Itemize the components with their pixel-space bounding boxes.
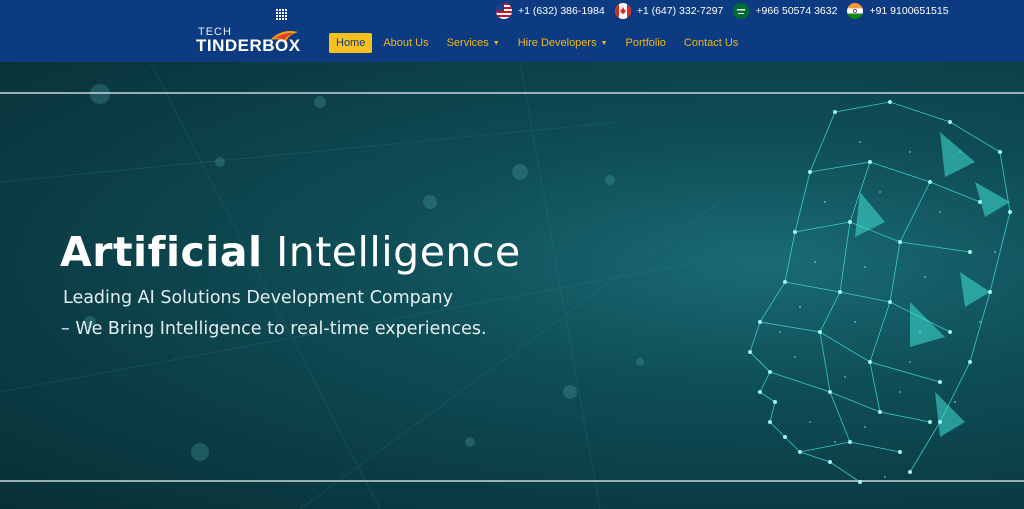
- site-header: TECH TINDERBOX +1 (632) 386-1984 +1 (647…: [0, 0, 1024, 62]
- nav-hire-developers[interactable]: Hire Developers ▼: [511, 33, 615, 53]
- nav-portfolio-label: Portfolio: [625, 37, 666, 49]
- main-nav: Home About Us Services ▼ Hire Developers ▼…: [329, 33, 749, 53]
- nav-about[interactable]: About Us: [376, 33, 435, 53]
- contact-us[interactable]: +1 (632) 386-1984: [496, 3, 605, 19]
- nav-portfolio[interactable]: Portfolio: [619, 33, 673, 53]
- hero-title-light: Intelligence: [276, 228, 521, 276]
- nav-hire-label: Hire Developers: [517, 37, 597, 49]
- nav-services-label: Services: [446, 37, 489, 49]
- contact-saudi[interactable]: +966 50574 3632: [733, 3, 837, 19]
- logo-text-main: TINDERBOX: [196, 36, 301, 55]
- contact-bar: +1 (632) 386-1984 +1 (647) 332-7297 +966…: [496, 2, 959, 20]
- nav-contact[interactable]: Contact Us: [677, 33, 745, 53]
- chevron-down-icon: ▼: [600, 39, 608, 47]
- ai-face-illustration: [748, 100, 1012, 484]
- hero-title: Artificial Intelligence: [60, 228, 521, 276]
- hero-subtitle-line1: Leading AI Solutions Development Company: [63, 288, 453, 308]
- phone-number: +91 9100651515: [869, 5, 949, 17]
- saudi-flag-icon: [733, 3, 750, 19]
- us-flag-icon: [496, 3, 512, 19]
- contact-india[interactable]: +91 9100651515: [847, 3, 949, 19]
- logo[interactable]: TECH TINDERBOX: [196, 8, 306, 55]
- phone-number: +966 50574 3632: [755, 5, 838, 17]
- phone-number: +1 (632) 386-1984: [518, 5, 605, 17]
- nav-contact-label: Contact Us: [683, 37, 739, 49]
- hero-banner: Artificial Intelligence Leading AI Solut…: [0, 62, 1024, 509]
- chevron-down-icon: ▼: [492, 39, 500, 47]
- canada-flag-icon: [614, 3, 631, 19]
- phone-number: +1 (647) 332-7297: [636, 5, 724, 17]
- nav-home-label: Home: [336, 37, 366, 49]
- hero-subtitle-line2: – We Bring Intelligence to real-time exp…: [61, 319, 487, 339]
- nav-about-label: About Us: [383, 37, 429, 49]
- nav-home[interactable]: Home: [329, 33, 373, 53]
- contact-canada[interactable]: +1 (647) 332-7297: [614, 3, 724, 19]
- india-flag-icon: [847, 3, 864, 19]
- nav-services[interactable]: Services ▼: [440, 33, 507, 53]
- hero-title-bold: Artificial: [60, 228, 263, 276]
